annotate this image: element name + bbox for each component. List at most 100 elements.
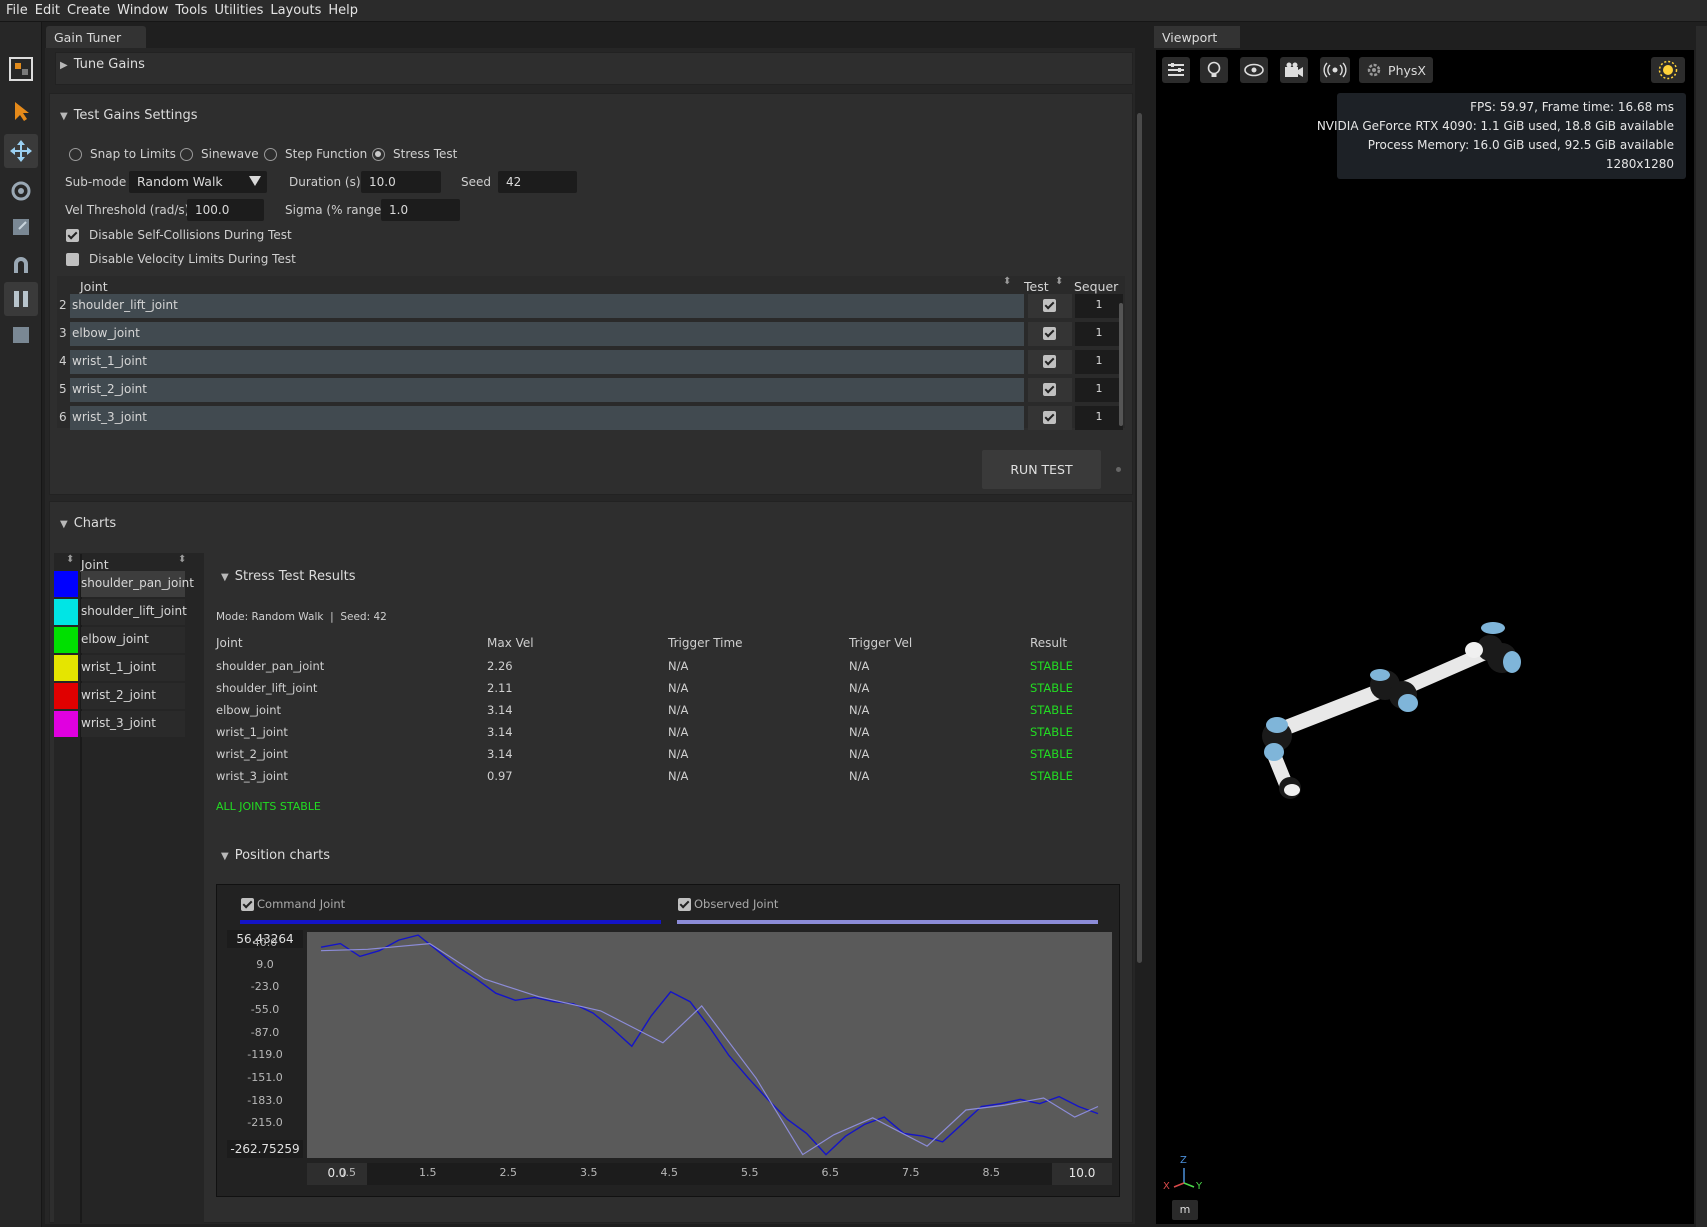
right-panel-strip[interactable] <box>1696 26 1707 1227</box>
joint-name-cell[interactable]: shoulder_lift_joint <box>70 294 1024 318</box>
legend-item[interactable]: wrist_3_joint <box>54 711 185 737</box>
move-icon[interactable] <box>4 134 38 168</box>
menu-window[interactable]: Window <box>117 3 168 18</box>
snap-magnet-icon[interactable] <box>4 248 38 282</box>
command-joint-toggle[interactable]: Command Joint <box>241 897 345 911</box>
panel-scrollbar[interactable] <box>1137 113 1142 963</box>
table-row[interactable]: 5 wrist_2_joint 1 <box>57 378 1125 402</box>
radio-step-function[interactable]: Step Function <box>264 147 367 161</box>
sequence-field[interactable]: 1 <box>1075 350 1123 374</box>
scale-icon[interactable] <box>4 210 38 244</box>
results-cell: N/A <box>668 659 689 673</box>
x-tick-label: 4.5 <box>660 1166 679 1179</box>
menu-layouts[interactable]: Layouts <box>270 3 321 18</box>
legend-item[interactable]: wrist_2_joint <box>54 683 185 709</box>
position-charts-header[interactable]: ▼ Position charts <box>221 848 330 863</box>
test-cell[interactable] <box>1028 322 1072 346</box>
legend-joint-header[interactable]: Joint <box>81 557 109 572</box>
chevron-down-icon <box>249 176 261 186</box>
eye-icon[interactable] <box>1240 57 1268 83</box>
memory-readout: Process Memory: 16.0 GiB used, 92.5 GiB … <box>1367 138 1674 152</box>
lightbulb-icon[interactable] <box>1200 57 1228 83</box>
disable-velocity-limits-checkbox[interactable]: Disable Velocity Limits During Test <box>66 252 296 266</box>
menu-edit[interactable]: Edit <box>35 3 60 18</box>
legend-item[interactable]: shoulder_lift_joint <box>54 599 187 625</box>
legend-item[interactable]: shoulder_pan_joint <box>54 571 194 597</box>
broadcast-icon[interactable] <box>1320 57 1350 83</box>
disable-self-collisions-checkbox[interactable]: Disable Self-Collisions During Test <box>66 228 292 242</box>
test-settings-header[interactable]: ▼ Test Gains Settings <box>60 108 198 123</box>
table-scrollbar[interactable] <box>1119 303 1123 426</box>
duration-label: Duration (s) <box>289 175 361 189</box>
stop-icon[interactable] <box>4 318 38 352</box>
sort-icon[interactable]: ⬍ <box>1003 276 1011 287</box>
sequence-column-header[interactable]: Sequer <box>1074 279 1118 294</box>
axis-gizmo-icon <box>1173 1168 1195 1188</box>
duration-field[interactable]: 10.0 <box>361 171 441 193</box>
sort-icon[interactable]: ⬍ <box>66 554 74 565</box>
tune-gains-header[interactable]: ▶ Tune Gains <box>60 57 145 72</box>
table-row[interactable]: 6 wrist_3_joint 1 <box>57 406 1125 430</box>
pause-icon[interactable] <box>4 282 38 316</box>
sort-icon[interactable]: ⬍ <box>1055 276 1063 287</box>
tab-viewport[interactable]: Viewport <box>1154 26 1240 48</box>
stage-select-icon[interactable] <box>4 52 38 86</box>
test-checkbox[interactable] <box>1043 383 1056 396</box>
radio-stress-test[interactable]: Stress Test <box>372 147 457 161</box>
position-charts-label: Position charts <box>234 848 331 863</box>
seed-field[interactable]: 42 <box>498 171 577 193</box>
camera-icon[interactable] <box>1280 57 1308 83</box>
table-row[interactable]: 2 shoulder_lift_joint 1 <box>57 294 1125 318</box>
test-cell[interactable] <box>1028 378 1072 402</box>
menu-tools[interactable]: Tools <box>175 3 207 18</box>
menu-file[interactable]: File <box>6 3 28 18</box>
test-checkbox[interactable] <box>1043 411 1056 424</box>
sequence-field[interactable]: 1 <box>1075 406 1123 430</box>
charts-header[interactable]: ▼ Charts <box>60 516 116 531</box>
select-arrow-icon[interactable] <box>4 94 38 128</box>
test-column-header[interactable]: Test <box>1024 279 1049 294</box>
sequence-field[interactable]: 1 <box>1075 378 1123 402</box>
legend-item[interactable]: elbow_joint <box>54 627 185 653</box>
menu-utilities[interactable]: Utilities <box>214 3 263 18</box>
joint-name-cell[interactable]: wrist_3_joint <box>70 406 1024 430</box>
render-mode-sun-icon[interactable] <box>1651 57 1685 83</box>
command-series-line <box>320 934 1099 1156</box>
row-number: 3 <box>59 326 67 340</box>
test-checkbox[interactable] <box>1043 355 1056 368</box>
joint-name-cell[interactable]: wrist_1_joint <box>70 350 1024 374</box>
seed-label: Seed <box>461 175 491 189</box>
test-cell[interactable] <box>1028 350 1072 374</box>
joint-column-header[interactable]: Joint <box>80 279 108 294</box>
observed-joint-toggle[interactable]: Observed Joint <box>678 897 778 911</box>
table-row[interactable]: 3 elbow_joint 1 <box>57 322 1125 346</box>
unit-button[interactable]: m <box>1172 1200 1198 1220</box>
run-test-button[interactable]: RUN TEST <box>982 450 1101 489</box>
settings-sliders-icon[interactable] <box>1162 57 1190 83</box>
submode-combo[interactable]: Random Walk <box>129 171 267 193</box>
joint-name-cell[interactable]: elbow_joint <box>70 322 1024 346</box>
radio-circle-selected <box>372 147 385 161</box>
sequence-field[interactable]: 1 <box>1075 322 1123 346</box>
sort-icon[interactable]: ⬍ <box>178 554 186 565</box>
joint-name-cell[interactable]: wrist_2_joint <box>70 378 1024 402</box>
tab-gain-tuner[interactable]: Gain Tuner <box>46 26 146 48</box>
radio-snap-to-limits[interactable]: Snap to Limits <box>69 147 176 161</box>
physx-button[interactable]: PhysX <box>1359 57 1433 83</box>
rotate-icon[interactable] <box>4 174 38 208</box>
menu-create[interactable]: Create <box>67 3 110 18</box>
menu-help[interactable]: Help <box>328 3 358 18</box>
sequence-field[interactable]: 1 <box>1075 294 1123 318</box>
test-checkbox[interactable] <box>1043 327 1056 340</box>
sigma-field[interactable]: 1.0 <box>381 199 460 221</box>
vel-threshold-field[interactable]: 100.0 <box>187 199 264 221</box>
tune-gains-section[interactable] <box>55 52 1133 85</box>
test-cell[interactable] <box>1028 406 1072 430</box>
results-header[interactable]: ▼ Stress Test Results <box>221 569 355 584</box>
test-checkbox[interactable] <box>1043 299 1056 312</box>
radio-sinewave[interactable]: Sinewave <box>180 147 259 161</box>
legend-item[interactable]: wrist_1_joint <box>54 655 185 681</box>
table-row[interactable]: 4 wrist_1_joint 1 <box>57 350 1125 374</box>
test-cell[interactable] <box>1028 294 1072 318</box>
y-tick-label: 40.0 <box>252 935 278 949</box>
